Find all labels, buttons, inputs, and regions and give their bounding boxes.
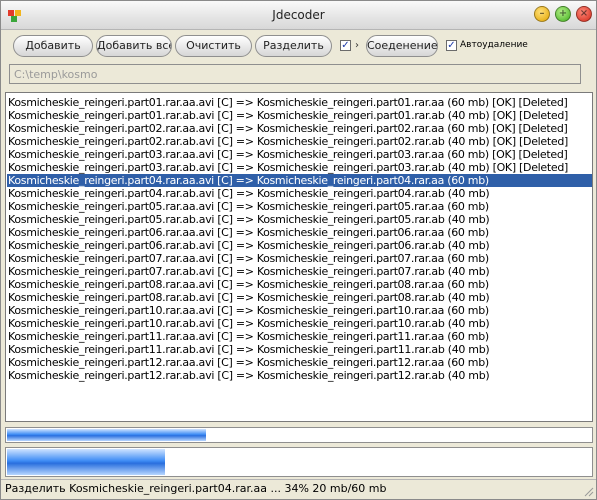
list-item[interactable]: Kosmicheskie_reingeri.part02.rar.ab.avi … bbox=[8, 135, 568, 148]
title-bar[interactable]: Jdecoder – + × bbox=[1, 1, 596, 30]
list-item[interactable]: Kosmicheskie_reingeri.part02.rar.aa.avi … bbox=[8, 122, 568, 135]
list-item[interactable]: Kosmicheskie_reingeri.part03.rar.ab.avi … bbox=[8, 161, 568, 174]
list-item[interactable]: Kosmicheskie_reingeri.part04.rar.ab.avi … bbox=[8, 187, 490, 200]
list-item[interactable]: Kosmicheskie_reingeri.part05.rar.ab.avi … bbox=[8, 213, 490, 226]
close-button[interactable]: × bbox=[576, 6, 592, 22]
autodelete-label: Автоудаление bbox=[460, 40, 528, 50]
list-item[interactable]: Kosmicheskie_reingeri.part12.rar.ab.avi … bbox=[8, 369, 490, 382]
list-item[interactable]: Kosmicheskie_reingeri.part10.rar.ab.avi … bbox=[8, 317, 490, 330]
list-item[interactable]: Kosmicheskie_reingeri.part11.rar.aa.avi … bbox=[8, 330, 489, 343]
list-item[interactable]: Kosmicheskie_reingeri.part08.rar.ab.avi … bbox=[8, 291, 490, 304]
resize-grip-icon[interactable] bbox=[582, 485, 594, 497]
current-progress-bar bbox=[5, 447, 593, 477]
list-item[interactable]: Kosmicheskie_reingeri.part08.rar.aa.avi … bbox=[8, 278, 489, 291]
app-window: Jdecoder – + × Добавить Добавить всё Очи… bbox=[0, 0, 597, 500]
window-title: Jdecoder bbox=[272, 8, 325, 22]
list-item[interactable]: Kosmicheskie_reingeri.part05.rar.aa.avi … bbox=[8, 200, 489, 213]
list-item[interactable]: Kosmicheskie_reingeri.part01.rar.aa.avi … bbox=[8, 96, 568, 109]
split-checkbox[interactable]: ✓ bbox=[340, 40, 351, 51]
file-list[interactable]: Kosmicheskie_reingeri.part01.rar.aa.avi … bbox=[5, 92, 593, 422]
current-progress-fill bbox=[7, 449, 165, 475]
overall-progress-bar bbox=[5, 427, 593, 443]
list-item[interactable]: Kosmicheskie_reingeri.part06.rar.aa.avi … bbox=[8, 226, 489, 239]
list-item[interactable]: Kosmicheskie_reingeri.part12.rar.aa.avi … bbox=[8, 356, 489, 369]
list-item[interactable]: Kosmicheskie_reingeri.part01.rar.ab.avi … bbox=[8, 109, 568, 122]
list-item[interactable]: Kosmicheskie_reingeri.part04.rar.aa.avi … bbox=[7, 174, 592, 187]
path-input[interactable] bbox=[9, 64, 581, 84]
list-item[interactable]: Kosmicheskie_reingeri.part11.rar.ab.avi … bbox=[8, 343, 490, 356]
list-item[interactable]: Kosmicheskie_reingeri.part03.rar.aa.avi … bbox=[8, 148, 568, 161]
clear-button[interactable]: Очистить bbox=[175, 35, 252, 57]
list-item[interactable]: Kosmicheskie_reingeri.part07.rar.aa.avi … bbox=[8, 252, 489, 265]
add-button[interactable]: Добавить bbox=[13, 35, 93, 57]
split-button[interactable]: Разделить bbox=[255, 35, 332, 57]
maximize-button[interactable]: + bbox=[555, 6, 571, 22]
status-bar: Разделить Kosmicheskie_reingeri.part04.r… bbox=[1, 479, 596, 499]
list-item[interactable]: Kosmicheskie_reingeri.part06.rar.ab.avi … bbox=[8, 239, 490, 252]
overall-progress-fill bbox=[7, 429, 206, 441]
direction-arrow-icon: › bbox=[355, 40, 359, 51]
list-item[interactable]: Kosmicheskie_reingeri.part07.rar.ab.avi … bbox=[8, 265, 490, 278]
join-button[interactable]: Соеденение bbox=[366, 35, 438, 57]
add-all-button[interactable]: Добавить всё bbox=[96, 35, 172, 57]
list-item[interactable]: Kosmicheskie_reingeri.part10.rar.aa.avi … bbox=[8, 304, 489, 317]
autodelete-checkbox[interactable]: ✓ bbox=[446, 40, 457, 51]
minimize-button[interactable]: – bbox=[534, 6, 550, 22]
status-text: Разделить Kosmicheskie_reingeri.part04.r… bbox=[5, 482, 387, 495]
toolbar: Добавить Добавить всё Очистить Разделить… bbox=[1, 30, 596, 90]
